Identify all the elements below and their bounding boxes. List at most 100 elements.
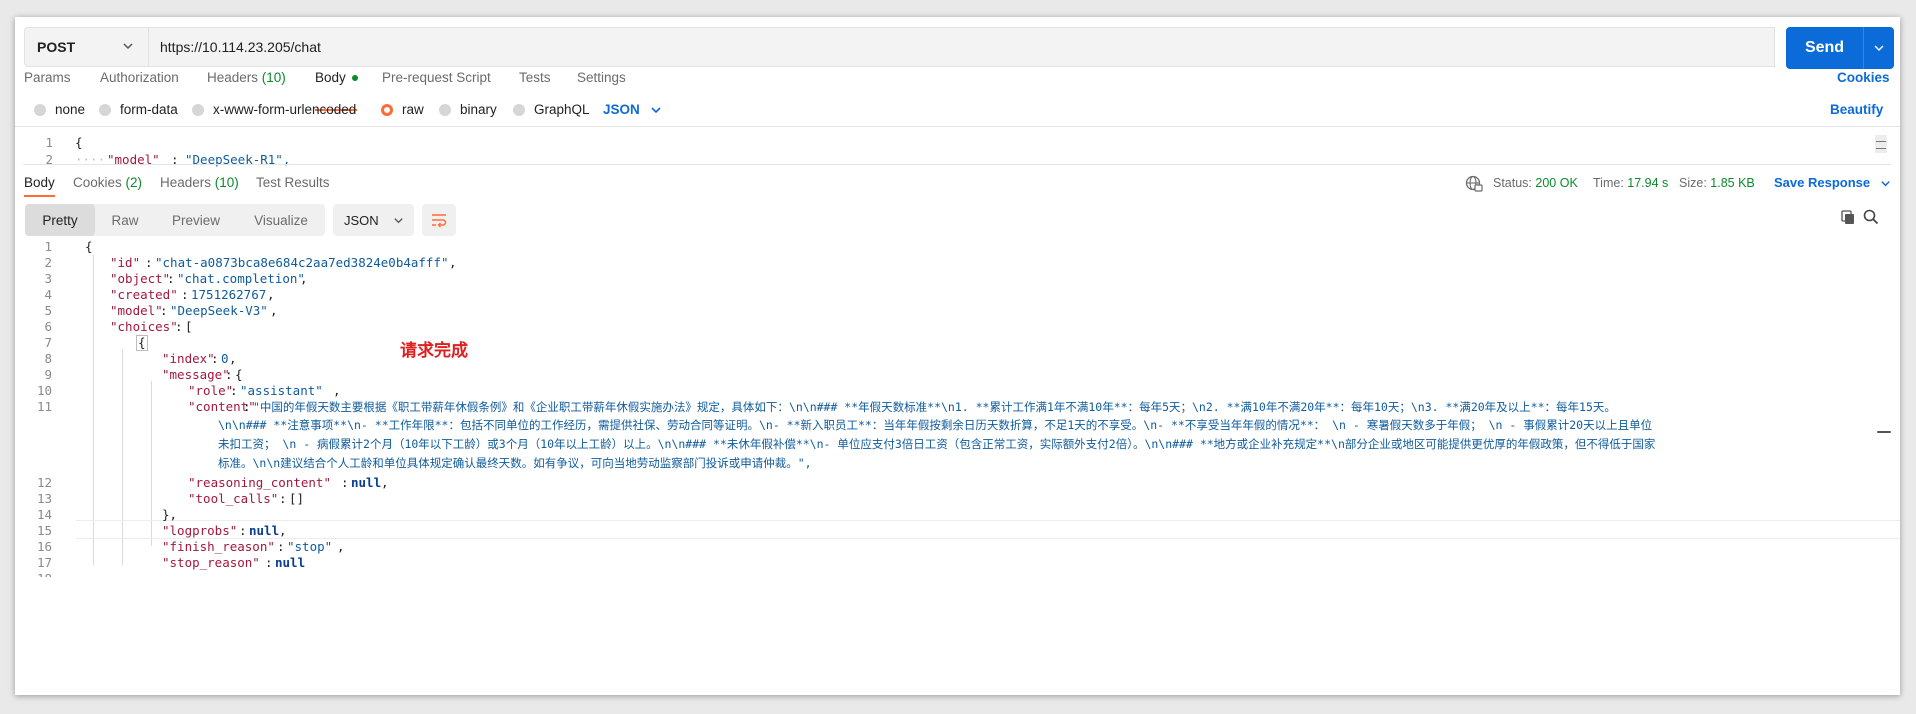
active-tab-indicator <box>24 195 55 197</box>
chevron-down-icon <box>1881 181 1890 187</box>
time-label: Time: <box>1593 176 1624 190</box>
cookies-link[interactable]: Cookies <box>1837 70 1890 85</box>
radio-none[interactable]: none <box>34 102 85 117</box>
annotation-label: 请求完成 <box>400 341 468 361</box>
radio-graphql[interactable]: GraphQL <box>513 102 590 117</box>
response-tab-body[interactable]: Body <box>24 175 55 190</box>
tab-params[interactable]: Params <box>24 70 71 85</box>
json-key: "object" <box>110 271 171 286</box>
radio-x-www-form-urlencoded[interactable]: x-www-form-urlencoded <box>192 102 356 117</box>
wrap-lines-icon <box>432 214 447 228</box>
tab-pre-request-script[interactable]: Pre-request Script <box>382 70 491 85</box>
radio-raw[interactable]: raw <box>381 102 424 117</box>
json-key: "created" <box>110 287 178 302</box>
http-method-label: POST <box>37 39 76 55</box>
response-format-select[interactable]: JSON <box>333 204 414 236</box>
tab-settings[interactable]: Settings <box>577 70 626 85</box>
line-number: 2 <box>44 255 52 270</box>
response-tab-headers[interactable]: Headers (10) <box>160 175 239 190</box>
tab-body-label: Body <box>315 70 346 85</box>
send-button[interactable]: Send <box>1786 27 1894 69</box>
chevron-down-icon <box>651 106 661 113</box>
line-number: 5 <box>44 303 52 318</box>
response-tab-cookies[interactable]: Cookies (2) <box>73 175 142 190</box>
json-value: "DeepSeek-V3" <box>170 303 268 318</box>
time-indicator: Time: 17.94 s <box>1593 176 1668 190</box>
json-value: null <box>351 475 382 490</box>
radio-form-data[interactable]: form-data <box>99 102 178 117</box>
radio-label: raw <box>402 102 424 117</box>
radio-dot <box>99 103 111 116</box>
json-colon: : <box>265 555 273 570</box>
json-value-wrap: 未扣工资； \n - 病假累计2个月（10年以下工龄）或3个月（10年以上工龄）… <box>218 437 1656 451</box>
editor-scrollbar[interactable] <box>1875 135 1887 153</box>
time-value: 17.94 s <box>1627 176 1669 190</box>
search-icon[interactable] <box>1863 209 1879 225</box>
tab-body[interactable]: Body <box>315 70 358 85</box>
json-value: null <box>275 555 306 570</box>
response-tab-test-results[interactable]: Test Results <box>256 175 330 190</box>
json-value: "assistant" <box>240 383 323 398</box>
radio-dot <box>513 103 525 116</box>
json-value: "chat.completion" <box>177 271 305 286</box>
status-value: 200 OK <box>1535 176 1578 190</box>
body-format-select[interactable]: JSON <box>603 102 662 117</box>
json-key: "stop_reason" <box>162 555 260 570</box>
radio-label: form-data <box>120 102 178 117</box>
json-comma: , <box>267 287 275 302</box>
radio-dot-selected <box>381 103 393 116</box>
url-input[interactable]: https://10.114.23.205/chat <box>148 27 1775 67</box>
json-comma: , <box>300 271 308 286</box>
tab-label: Headers <box>160 175 212 190</box>
beautify-link[interactable]: Beautify <box>1830 102 1883 117</box>
tab-headers[interactable]: Headers (10) <box>207 70 286 85</box>
line-number: 9 <box>44 367 52 382</box>
indent-guide <box>93 255 94 565</box>
json-value: 0 <box>221 351 229 366</box>
request-body-editor[interactable]: 1 { 2 ···· "model" : "DeepSeek-R1", <box>23 127 1883 179</box>
tab-authorization[interactable]: Authorization <box>100 70 179 85</box>
line-number: 16 <box>36 539 52 554</box>
copy-icon[interactable] <box>1840 209 1856 225</box>
json-colon: : <box>160 303 168 318</box>
line-number: 1 <box>44 239 52 254</box>
response-body-viewer[interactable]: 1 2 3 4 5 6 7 8 9 10 11 12 13 14 15 16 1… <box>15 239 1900 695</box>
view-mode-preview[interactable]: Preview <box>155 204 237 236</box>
response-format-label: JSON <box>344 212 379 228</box>
line-number: 12 <box>36 475 52 490</box>
view-mode-pretty[interactable]: Pretty <box>25 204 95 236</box>
tab-headers-count: (10) <box>261 70 286 85</box>
json-colon: : <box>239 523 247 538</box>
json-colon: : <box>225 367 233 382</box>
json-value: [] <box>289 491 305 506</box>
line-number: 7 <box>44 335 52 350</box>
json-colon: : <box>167 271 175 286</box>
body-modified-dot <box>351 75 358 82</box>
json-value: null <box>249 523 280 538</box>
wrap-lines-button[interactable] <box>422 204 456 236</box>
line-number: 18 <box>24 571 52 577</box>
json-comma: , <box>229 351 237 366</box>
radio-binary[interactable]: binary <box>439 102 497 117</box>
divider <box>23 164 1891 165</box>
send-options-button[interactable] <box>1864 42 1894 54</box>
code-line: { <box>136 335 148 351</box>
view-mode-raw[interactable]: Raw <box>95 204 155 236</box>
radio-label: GraphQL <box>534 102 590 117</box>
save-response-button[interactable]: Save Response <box>1774 175 1891 190</box>
json-key: "role" <box>188 383 234 398</box>
json-colon: : <box>341 475 349 490</box>
http-method-select[interactable]: POST <box>24 27 148 67</box>
tab-tests[interactable]: Tests <box>519 70 551 85</box>
save-response-label: Save Response <box>1774 175 1871 190</box>
json-comma: , <box>270 303 278 318</box>
json-colon: : <box>230 383 238 398</box>
json-key: "message" <box>162 367 230 382</box>
vertical-scrollbar-thumb[interactable] <box>1877 431 1891 433</box>
json-key: "logprobs" <box>162 523 238 538</box>
globe-icon[interactable] <box>1465 175 1483 193</box>
json-value: 1751262767 <box>191 287 267 302</box>
status-label: Status: <box>1493 176 1532 190</box>
view-mode-visualize[interactable]: Visualize <box>237 204 325 236</box>
chevron-down-icon <box>394 217 403 223</box>
